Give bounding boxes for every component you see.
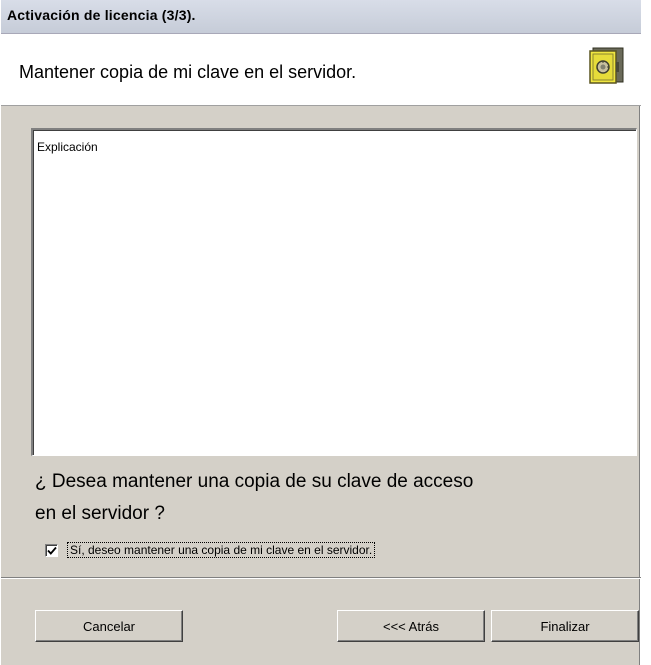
license-activation-dialog: Activación de licencia (3/3). Mantener c…: [0, 0, 641, 665]
back-button[interactable]: <<< Atrás: [337, 610, 485, 642]
keep-copy-checkbox-label[interactable]: Sí, deseo mantener una copia de mi clave…: [67, 542, 376, 558]
finish-button[interactable]: Finalizar: [491, 610, 639, 642]
safe-icon: [589, 47, 624, 84]
cancel-button[interactable]: Cancelar: [35, 610, 183, 642]
keep-copy-checkbox[interactable]: [45, 544, 58, 557]
explanation-text: Explicación: [37, 140, 98, 154]
header-title: Mantener copia de mi clave en el servido…: [19, 62, 357, 82]
question-text: ¿ Desea mantener una copia de su clave d…: [35, 466, 635, 530]
window-title: Activación de licencia (3/3).: [7, 7, 196, 23]
explanation-text-area[interactable]: Explicación: [31, 128, 637, 456]
checkmark-icon: [47, 546, 57, 555]
question-line-1: ¿ Desea mantener una copia de su clave d…: [35, 471, 474, 492]
footer-divider: [1, 577, 641, 579]
header-panel: Mantener copia de mi clave en el servido…: [1, 34, 641, 106]
title-bar[interactable]: Activación de licencia (3/3).: [1, 0, 641, 34]
question-line-2: en el servidor ?: [35, 503, 165, 524]
